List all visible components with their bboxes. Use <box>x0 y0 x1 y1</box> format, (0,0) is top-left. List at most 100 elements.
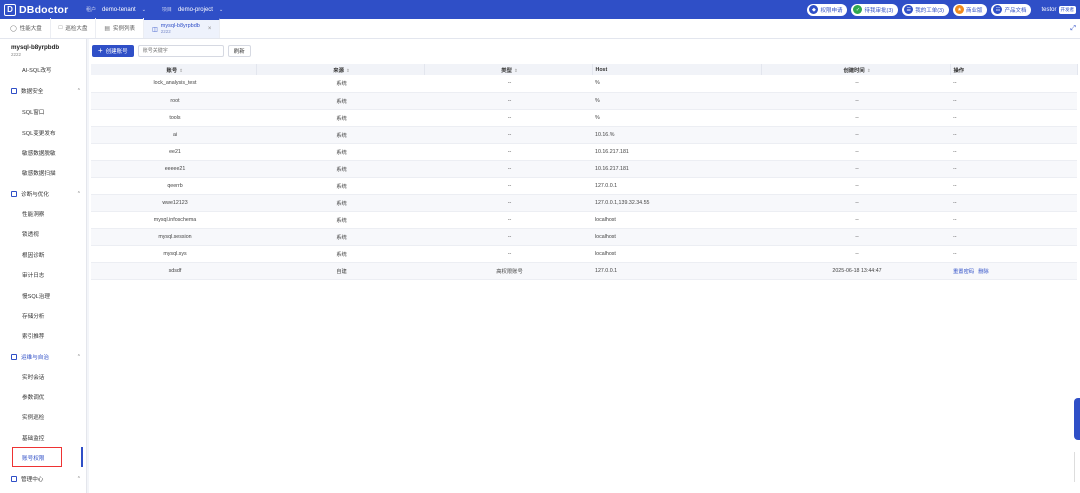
sidebar-group-diagnosis[interactable]: 诊断与优化 ⌃ <box>11 190 81 198</box>
cell-created: -- <box>761 228 950 246</box>
cell-type: -- <box>424 177 592 195</box>
cell-created: -- <box>761 109 950 127</box>
tab-instance-detail[interactable]: ◫ mysql-b8yrpbdb 2222 × <box>144 18 221 38</box>
sort-icon[interactable]: ⇕ <box>514 68 518 73</box>
cell-host: localhost <box>592 211 761 229</box>
cell-host: % <box>592 109 761 127</box>
project-selector[interactable]: 项目 demo-project ⌄ <box>162 6 223 14</box>
cell-type: -- <box>424 92 592 110</box>
cell-source: 系统 <box>256 126 424 144</box>
top-bar: D DBdoctor 租户 demo-tenant ⌄ 项目 demo-proj… <box>0 0 1080 19</box>
column-header-type[interactable]: 类型 ⇕ <box>424 64 593 75</box>
reset-password-link[interactable]: 重置密码 <box>953 269 974 275</box>
tab-bar: ◯ 性能大盘 □ 巡检大盘 ▤ 实例列表 ◫ mysql-b8yrpbdb 22… <box>0 18 1080 39</box>
cell-host: localhost <box>592 228 761 246</box>
sidebar-group-data-security[interactable]: 数据安全 ⌃ <box>11 87 81 95</box>
cell-created: -- <box>761 75 950 93</box>
table-row: lock_analysis_test 系统 --% -- -- <box>91 75 1077 93</box>
cell-host: 10.16.217.181 <box>592 160 761 178</box>
cell-type: -- <box>424 75 592 93</box>
sidebar-item-slow-sql[interactable]: 慢SQL治理 <box>22 292 50 300</box>
tab-label: 巡检大盘 <box>65 26 88 32</box>
sidebar-item-instance-inspection[interactable]: 实例巡检 <box>22 413 44 421</box>
sort-icon[interactable]: ⇕ <box>346 68 350 73</box>
list-icon: ▤ <box>104 25 111 32</box>
sidebar-item-param-tuning[interactable]: 参数调优 <box>22 393 44 401</box>
logo-icon: D <box>4 3 16 16</box>
tab-inspection-dashboard[interactable]: □ 巡检大盘 <box>51 18 97 38</box>
crown-icon: ★ <box>954 5 964 14</box>
floating-helper-button[interactable] <box>1074 398 1080 440</box>
column-header-account[interactable]: 账号 ⇕ <box>91 64 257 75</box>
cell-source: 系统 <box>256 92 424 110</box>
tenant-label: 租户 <box>86 7 97 13</box>
logo[interactable]: D DBdoctor <box>0 3 86 16</box>
sort-icon[interactable]: ⇕ <box>179 68 183 73</box>
column-header-created[interactable]: 创建时间 ⇕ <box>761 64 951 75</box>
create-account-label: 创建账号 <box>105 49 128 55</box>
table-row: ai 系统 -- 10.16.% -- -- <box>91 126 1077 144</box>
instance-name: mysql-b8yrpbdb <box>11 44 60 51</box>
cell-type: -- <box>424 211 592 229</box>
permission-request-button[interactable]: ◆ 权限申请 <box>807 3 848 16</box>
user-menu[interactable]: testor 开发者 <box>1041 5 1076 14</box>
accounts-table: 账号 ⇕ 来源 ⇕ 类型 ⇕ Host 创建时间 ⇕ 操作 lock_analysis_… <box>91 64 1078 280</box>
tab-performance-dashboard[interactable]: ◯ 性能大盘 <box>2 18 51 38</box>
sidebar-group-admin[interactable]: 管理中心 ⌃ <box>11 475 81 483</box>
highlight-box <box>12 447 62 467</box>
cell-created: 2025-06-18 13:44:47 <box>761 262 950 280</box>
table-header-row: 账号 ⇕ 来源 ⇕ 类型 ⇕ Host 创建时间 ⇕ 操作 <box>91 64 1078 75</box>
column-label: 类型 <box>501 67 512 74</box>
sidebar-item-sql-window[interactable]: SQL窗口 <box>22 108 44 116</box>
username: testor <box>1041 6 1057 13</box>
column-header-source[interactable]: 来源 ⇕ <box>256 64 425 75</box>
my-tickets-button[interactable]: ☰ 我的工单(3) <box>902 3 949 16</box>
account-search-input[interactable] <box>137 45 224 57</box>
sidebar-group-ops[interactable]: 运维与自治 ⌃ <box>11 353 81 361</box>
my-tickets-label: 我的工单(3) <box>915 7 944 14</box>
cell-account: mysql.session <box>91 228 256 246</box>
tab-instance-list[interactable]: ▤ 实例列表 <box>96 18 145 38</box>
cell-created: -- <box>761 143 950 161</box>
sidebar: mysql-b8yrpbdb 2222 AI-SQL改写 数据安全 ⌃ SQL窗… <box>0 39 87 493</box>
cell-host: % <box>592 92 761 110</box>
cell-host: 127.0.0.1 <box>592 262 761 280</box>
sidebar-item-performance-insight[interactable]: 性能洞察 <box>22 210 44 218</box>
refresh-button[interactable]: 刷新 <box>227 45 251 57</box>
sidebar-item-index-recommend[interactable]: 索引推荐 <box>22 332 44 340</box>
cell-actions: -- <box>950 126 1077 144</box>
inspection-icon: □ <box>58 25 63 31</box>
sidebar-item-data-masking[interactable]: 敏感数据脱敏 <box>22 149 56 157</box>
shield-icon <box>11 88 17 94</box>
group-label: 运维与自治 <box>21 355 49 361</box>
cell-created: -- <box>761 92 950 110</box>
close-icon[interactable]: × <box>208 26 212 32</box>
cell-source: 系统 <box>256 177 424 195</box>
floating-panel[interactable] <box>1074 452 1080 482</box>
sidebar-item-audit-log[interactable]: 审计日志 <box>22 271 44 279</box>
cell-created: -- <box>761 160 950 178</box>
tenant-selector[interactable]: 租户 demo-tenant ⌄ <box>86 6 146 14</box>
delete-link[interactable]: 删除 <box>978 269 989 275</box>
pending-approval-button[interactable]: ✓ 待我审批(3) <box>851 3 899 16</box>
product-docs-button[interactable]: ☷ 产品文档 <box>991 3 1032 16</box>
sidebar-item-lock-view[interactable]: 锁透视 <box>22 230 39 238</box>
create-account-button[interactable]: + 创建账号 <box>92 45 134 57</box>
sidebar-item-basic-monitor[interactable]: 基础监控 <box>22 434 44 442</box>
sidebar-item-root-cause[interactable]: 根因诊断 <box>22 251 44 259</box>
sidebar-item-storage-analysis[interactable]: 存储分析 <box>22 312 44 320</box>
chevron-down-icon: ⌄ <box>141 6 146 13</box>
cell-type: -- <box>424 109 592 127</box>
sidebar-item-ai-sql-rewrite[interactable]: AI-SQL改写 <box>22 66 52 74</box>
active-indicator <box>81 447 83 467</box>
sort-icon[interactable]: ⇕ <box>867 68 871 73</box>
sidebar-item-data-scan[interactable]: 敏感数据扫描 <box>22 169 56 177</box>
cell-type: -- <box>424 126 592 144</box>
sidebar-item-live-sessions[interactable]: 实时会话 <box>22 373 44 381</box>
commercial-edition-label: 商业版 <box>965 7 983 14</box>
cell-source: 系统 <box>256 109 424 127</box>
commercial-edition-button[interactable]: ★ 商业版 <box>952 3 988 16</box>
sidebar-item-sql-release[interactable]: SQL变更发布 <box>22 129 56 137</box>
fullscreen-icon[interactable]: ⤢ <box>1070 25 1076 33</box>
table-row: tools 系统 --% -- -- <box>91 109 1077 127</box>
